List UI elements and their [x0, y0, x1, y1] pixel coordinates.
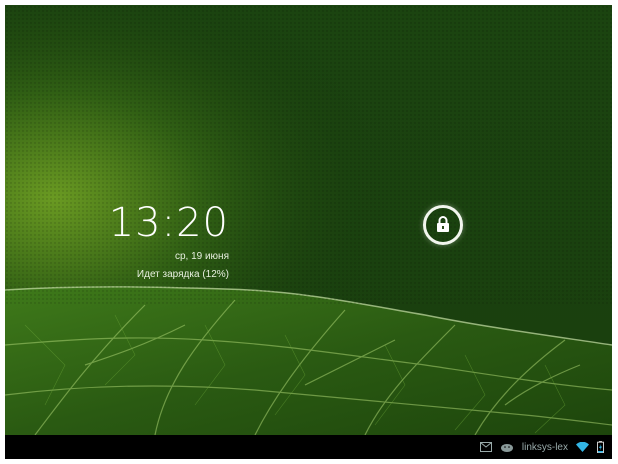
gmail-icon: [479, 442, 492, 452]
status-area[interactable]: linksys-lex: [479, 435, 604, 459]
wifi-network-name: linksys-lex: [521, 441, 568, 453]
clock-time: 13:20: [108, 200, 229, 246]
battery-charging-icon: [597, 441, 604, 453]
android-icon: [500, 442, 514, 452]
wifi-icon: [576, 442, 589, 452]
charging-status: Идет зарядка (12%): [136, 269, 229, 280]
system-bar: linksys-lex: [5, 435, 612, 459]
lock-icon: [437, 216, 449, 232]
date-label: ср, 19 июня: [174, 251, 229, 262]
unlock-handle[interactable]: [419, 205, 471, 247]
device-screen: 13:20 ср, 19 июня Идет зарядка (12%) lin…: [5, 5, 612, 459]
